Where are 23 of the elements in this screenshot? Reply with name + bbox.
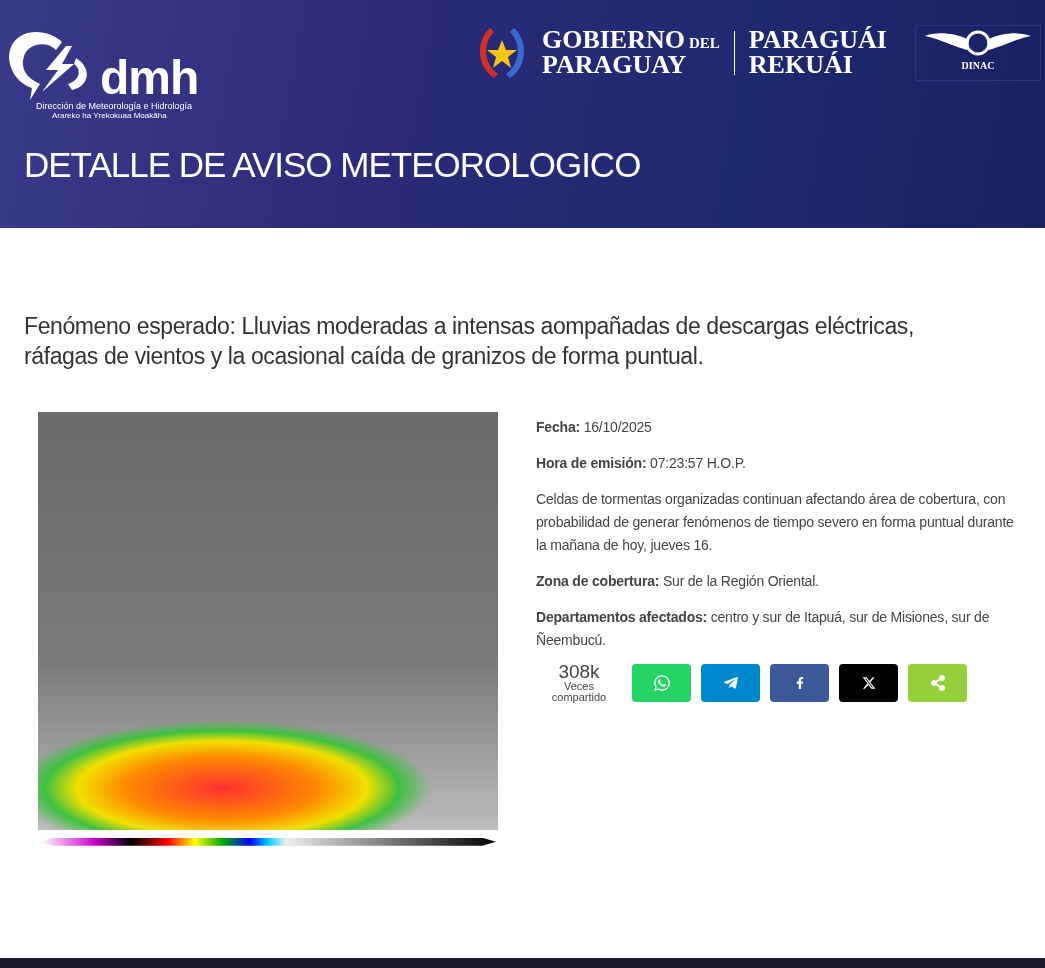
share-count: 308k [558,661,600,681]
page-title: DETALLE DE AVISO METEOROLOGICO [24,144,641,185]
whatsapp-icon [652,673,671,692]
detail-field: Fecha: 16/10/2025 [536,415,1016,439]
share-caption: Veces compartido [550,680,608,704]
description-text: Celdas de tormentas organizadas continuan afectando área de cobertura, con probabilidad de generar fenómenos de tiempo severo en forma puntual durante la mañana de hoy, jueves 16. [536,489,1015,556]
share-button[interactable] [839,663,898,702]
detail-field: Zona de cobertura: Sur de la Región Oriental. [536,570,1016,594]
detail-field: Hora de emisión: 07:23:57 H.O.P. [536,451,1016,475]
x-logo-icon [861,675,876,690]
paper-plane-icon [722,674,739,691]
government-name: GOBIERNO [541,25,685,55]
logo-wordmark: dmh [100,54,199,102]
logo-subtitle: Dirección de Meteorología e Hidrología [35,102,194,112]
phenomenon-heading: Fenómeno esperado: Lluvias moderadas a intensas aompañadas de descargas eléctricas, ráfagas de vientos y la ocasional caída de granizos de forma puntual. [24,312,915,371]
logo-tagline: Arareko ha Yrekokuaa Moakãha [51,111,167,121]
motto-line: REKUÁI [748,53,854,78]
country-name: PARAGUAY [541,53,688,78]
share-icon [929,674,946,691]
share-button[interactable] [770,663,829,702]
detail-field: Departamentos afectados: centro y sur de Itapuá, sur de Misiones, sur de Ñeembucú. [536,606,1016,653]
government-name-small: DEL [688,35,720,52]
agency-name: DINAC [961,60,995,71]
